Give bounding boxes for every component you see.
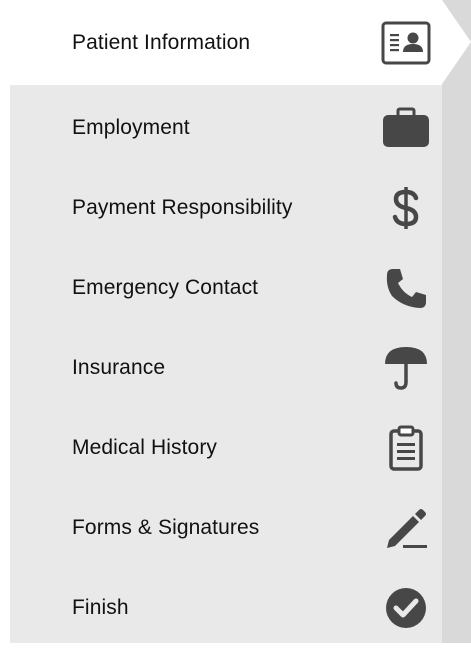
check-circle-icon: [378, 568, 434, 648]
active-step-pointer: [442, 0, 471, 84]
step-navigation: Patient Information Employment Payment R…: [0, 0, 471, 643]
nav-item-finish[interactable]: Finish: [0, 568, 442, 648]
nav-item-emergency-contact[interactable]: Emergency Contact: [0, 248, 442, 328]
nav-item-payment-responsibility[interactable]: Payment Responsibility: [0, 168, 442, 248]
nav-item-label: Forms & Signatures: [72, 516, 260, 539]
umbrella-icon: [378, 328, 434, 408]
nav-item-label: Payment Responsibility: [72, 196, 293, 219]
nav-item-insurance[interactable]: Insurance: [0, 328, 442, 408]
id-card-icon: [378, 0, 434, 85]
nav-item-employment[interactable]: Employment: [0, 88, 442, 168]
nav-item-label: Patient Information: [72, 30, 251, 54]
pencil-icon: [378, 488, 434, 568]
clipboard-icon: [378, 408, 434, 488]
panel-edge-shadow: [442, 0, 471, 643]
phone-icon: [378, 248, 434, 328]
nav-item-label: Employment: [72, 116, 190, 139]
briefcase-icon: [378, 88, 434, 168]
nav-item-label: Emergency Contact: [72, 276, 259, 299]
nav-item-forms-signatures[interactable]: Forms & Signatures: [0, 488, 442, 568]
nav-item-label: Insurance: [72, 356, 166, 379]
nav-item-label: Medical History: [72, 436, 218, 459]
dollar-icon: [378, 168, 434, 248]
nav-item-medical-history[interactable]: Medical History: [0, 408, 442, 488]
nav-item-label: Finish: [72, 596, 129, 619]
nav-item-patient-information[interactable]: Patient Information: [0, 0, 442, 85]
